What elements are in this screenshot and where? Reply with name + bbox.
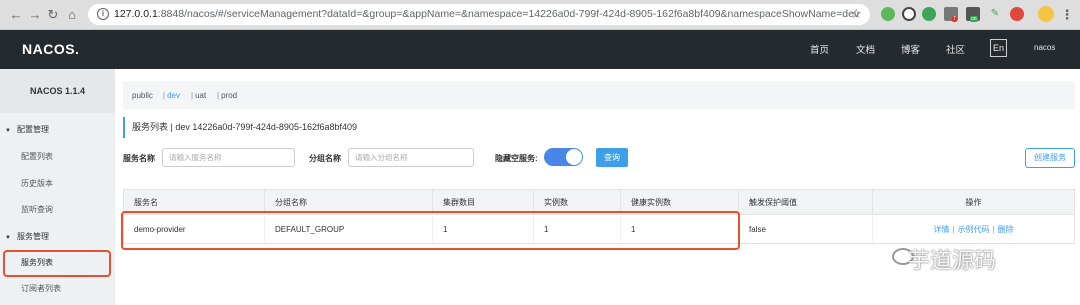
namespace-dev[interactable]: | dev	[163, 91, 180, 100]
nav-home[interactable]: 首页	[810, 42, 829, 56]
reload-icon[interactable]: ↻	[45, 7, 61, 23]
info-icon[interactable]: i	[97, 8, 109, 20]
namespace-bar: public | dev | uat | prod	[123, 81, 1075, 109]
sidebar-group-service[interactable]: ▼ 服务管理	[5, 231, 49, 242]
extension-icon[interactable]	[902, 7, 916, 21]
cell-protect-threshold: false	[739, 216, 873, 244]
url-text[interactable]: 127.0.0.1:8848/nacos/#/serviceManagement…	[114, 8, 859, 20]
column-header-actions: 操作	[965, 198, 982, 207]
browser-toolbar: ← → ↻ ⌂ i 127.0.0.1:8848/nacos/#/service…	[0, 0, 1080, 30]
extension-icon[interactable]	[881, 7, 895, 21]
group-name-label: 分组名称	[309, 154, 341, 163]
sample-code-link[interactable]: 示例代码	[958, 225, 990, 234]
extension-icon[interactable]	[1010, 7, 1024, 21]
logo[interactable]: NACOS.	[22, 41, 79, 57]
hide-empty-toggle[interactable]	[544, 148, 583, 166]
query-button[interactable]: 查询	[596, 148, 628, 167]
create-service-button[interactable]: 创建服务	[1025, 148, 1075, 168]
namespace-public[interactable]: public	[132, 91, 153, 100]
highlight-box-row	[121, 211, 740, 250]
home-icon[interactable]: ⌂	[64, 7, 80, 23]
extension-icon[interactable]	[922, 7, 936, 21]
sidebar-item-config-list[interactable]: 配置列表	[21, 151, 53, 162]
avatar[interactable]	[1038, 6, 1054, 22]
namespace-prod[interactable]: | prod	[217, 91, 237, 100]
extension-badge: on	[970, 16, 978, 22]
nav-docs[interactable]: 文档	[856, 42, 875, 56]
watermark: 芋道源码	[908, 249, 997, 274]
user-name[interactable]: nacos	[1034, 43, 1055, 52]
nav-blog[interactable]: 博客	[901, 42, 920, 56]
page-title: 服务列表 | dev 14226a0d-799f-424d-8905-162f6…	[123, 117, 357, 138]
delete-link[interactable]: 删除	[998, 225, 1014, 234]
hide-empty-label: 隐藏空服务:	[495, 154, 538, 163]
menu-icon[interactable]: ⋮	[1059, 7, 1075, 23]
language-switch[interactable]: En	[990, 39, 1007, 57]
column-header-protect-threshold: 触发保护阈值	[739, 190, 873, 215]
triangle-down-icon: ▼	[5, 235, 11, 241]
toggle-knob	[566, 149, 582, 165]
back-icon[interactable]: ←	[8, 7, 24, 23]
extension-icon[interactable]: ✎	[988, 7, 1002, 21]
nav-community[interactable]: 社区	[946, 42, 965, 56]
sidebar-item-history[interactable]: 历史版本	[21, 178, 53, 189]
sidebar-group-config[interactable]: ▼ 配置管理	[5, 124, 49, 135]
top-header: NACOS. 首页 文档 博客 社区 En nacos	[0, 30, 1080, 69]
namespace-uat[interactable]: | uat	[191, 91, 206, 100]
sidebar-item-listener-query[interactable]: 监听查询	[21, 204, 53, 215]
service-name-input[interactable]: 请输入服务名称	[162, 148, 295, 167]
bookmark-star-icon[interactable]: ☆	[850, 6, 862, 22]
extension-badge: 7	[952, 16, 957, 22]
detail-link[interactable]: 详情	[933, 225, 949, 234]
triangle-down-icon: ▼	[5, 128, 11, 134]
group-name-input[interactable]: 请输入分组名称	[348, 148, 474, 167]
forward-icon[interactable]: →	[27, 7, 43, 23]
address-bar[interactable]: i 127.0.0.1:8848/nacos/#/serviceManageme…	[88, 4, 870, 25]
highlight-box-sidebar	[3, 250, 111, 277]
sidebar-title: NACOS 1.1.4	[0, 69, 115, 113]
sidebar-item-subscriber-list[interactable]: 订阅者列表	[21, 283, 61, 294]
cell-actions: 详情 | 示例代码 | 删除	[933, 225, 1014, 234]
service-name-label: 服务名称	[123, 154, 155, 163]
